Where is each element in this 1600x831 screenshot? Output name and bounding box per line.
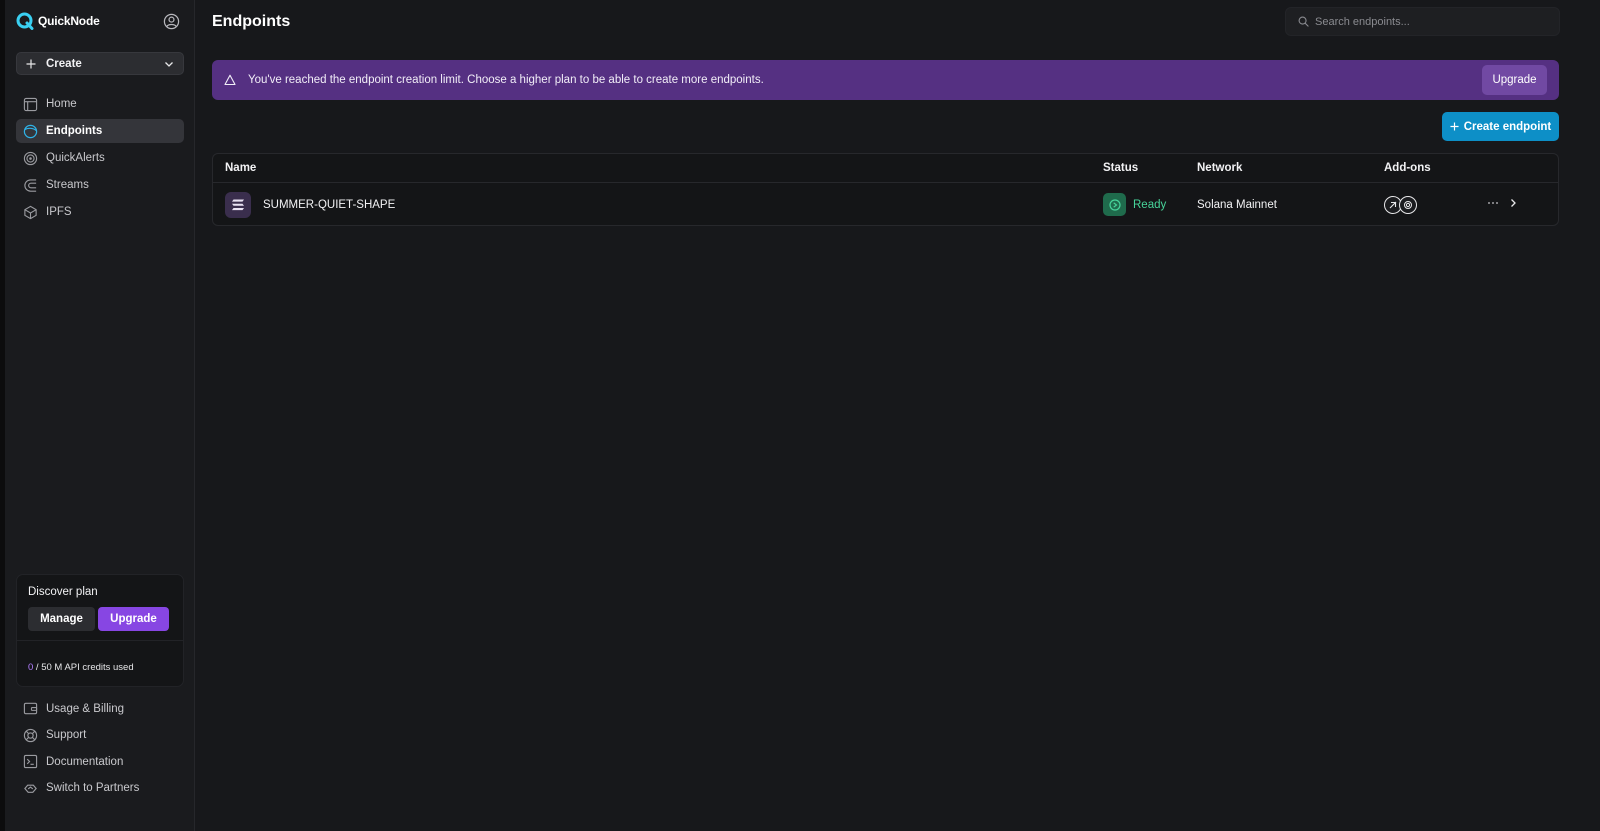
account-icon[interactable] xyxy=(163,13,180,30)
addon-icon xyxy=(1399,195,1417,214)
app-window: QuickNode Create Home Endpoints QuickAle… xyxy=(5,0,1600,831)
quicknode-logo-icon xyxy=(16,12,34,30)
streams-icon xyxy=(24,178,37,192)
table-header: Name Status Network Add-ons xyxy=(213,154,1558,183)
main-nav: Home Endpoints QuickAlerts Streams IPFS xyxy=(16,92,184,227)
sidebar-item-streams[interactable]: Streams xyxy=(16,173,184,197)
search-icon xyxy=(1298,16,1309,27)
ipfs-icon xyxy=(24,205,37,219)
warning-icon xyxy=(224,74,236,86)
endpoint-network-cell: Solana Mainnet xyxy=(1197,183,1277,225)
plus-icon xyxy=(1450,122,1459,131)
banner-message: You've reached the endpoint creation lim… xyxy=(248,74,764,86)
billing-icon xyxy=(23,702,38,715)
sidebar-item-endpoints[interactable]: Endpoints xyxy=(16,119,184,143)
plus-icon xyxy=(26,59,36,68)
create-label: Create xyxy=(46,57,82,70)
sidebar-item-label: Switch to Partners xyxy=(46,782,140,794)
endpoint-status-cell: Ready xyxy=(1103,183,1167,225)
create-dropdown-button[interactable]: Create xyxy=(16,52,184,75)
sidebar-item-label: Support xyxy=(46,729,87,741)
sidebar-item-quickalerts[interactable]: QuickAlerts xyxy=(16,146,184,170)
column-header-addons: Add-ons xyxy=(1384,162,1431,174)
sidebar-item-label: Usage & Billing xyxy=(46,702,124,715)
sidebar-item-support[interactable]: Support xyxy=(16,724,184,747)
page-title: Endpoints xyxy=(212,13,291,30)
table-row[interactable]: SUMMER-QUIET-SHAPE Ready Solana Mainnet xyxy=(213,183,1558,225)
upgrade-plan-button[interactable]: Upgrade xyxy=(98,607,169,631)
main-content: Endpoints You've reached the endpoint cr… xyxy=(195,0,1600,831)
sidebar-item-label: Endpoints xyxy=(46,125,103,137)
sidebar-item-documentation[interactable]: Documentation xyxy=(16,750,184,773)
sidebar-item-home[interactable]: Home xyxy=(16,92,184,116)
sidebar-item-switch-to-partners[interactable]: Switch to Partners xyxy=(16,777,184,800)
limit-warning-banner: You've reached the endpoint creation lim… xyxy=(212,60,1559,100)
network-name: Solana Mainnet xyxy=(1197,198,1277,211)
plan-title: Discover plan xyxy=(28,586,98,598)
status-ready-icon xyxy=(1103,193,1126,216)
search-input[interactable] xyxy=(1315,15,1535,28)
sidebar: QuickNode Create Home Endpoints QuickAle… xyxy=(5,0,195,831)
sidebar-item-label: QuickAlerts xyxy=(46,152,105,164)
search-box[interactable] xyxy=(1285,7,1560,36)
sidebar-item-label: Streams xyxy=(46,179,89,191)
endpoint-name-cell: SUMMER-QUIET-SHAPE xyxy=(225,183,396,225)
bottom-nav: Usage & Billing Support Documentation Sw… xyxy=(16,697,184,803)
chevron-right-icon[interactable] xyxy=(1508,197,1518,209)
sidebar-item-label: Home xyxy=(46,98,77,110)
endpoints-table: Name Status Network Add-ons SUMMER-QUIET… xyxy=(212,153,1559,226)
banner-upgrade-button[interactable]: Upgrade xyxy=(1482,65,1547,95)
brand[interactable]: QuickNode xyxy=(16,12,100,30)
partners-icon xyxy=(24,784,37,793)
plan-card: Discover plan Manage Upgrade 0 / 50 M AP… xyxy=(16,574,184,687)
manage-plan-button[interactable]: Manage xyxy=(28,607,95,631)
create-endpoint-button[interactable]: Create endpoint xyxy=(1442,112,1559,141)
endpoint-name: SUMMER-QUIET-SHAPE xyxy=(263,198,396,211)
status-badge: Ready xyxy=(1133,198,1167,211)
endpoints-icon xyxy=(23,124,38,138)
column-header-name: Name xyxy=(225,162,257,174)
sidebar-item-ipfs[interactable]: IPFS xyxy=(16,200,184,224)
column-header-network: Network xyxy=(1197,162,1243,174)
sidebar-item-label: Documentation xyxy=(46,755,124,768)
endpoint-addons-cell xyxy=(1384,183,1417,225)
support-icon xyxy=(23,728,38,742)
quickalerts-icon xyxy=(23,151,38,165)
solana-icon xyxy=(225,191,251,218)
chevron-down-icon xyxy=(165,61,173,67)
column-header-status: Status xyxy=(1103,162,1139,174)
brand-name: QuickNode xyxy=(38,14,100,28)
api-credits-usage: 0 / 50 M API credits used xyxy=(28,662,134,673)
credits-used-label: / 50 M API credits used xyxy=(33,662,134,673)
sidebar-item-label: IPFS xyxy=(46,206,72,218)
documentation-icon xyxy=(23,754,38,769)
home-icon xyxy=(23,97,38,111)
divider xyxy=(17,640,183,641)
sidebar-item-usage-billing[interactable]: Usage & Billing xyxy=(16,697,184,720)
more-options-icon[interactable] xyxy=(1486,196,1500,210)
create-endpoint-label: Create endpoint xyxy=(1463,120,1552,133)
